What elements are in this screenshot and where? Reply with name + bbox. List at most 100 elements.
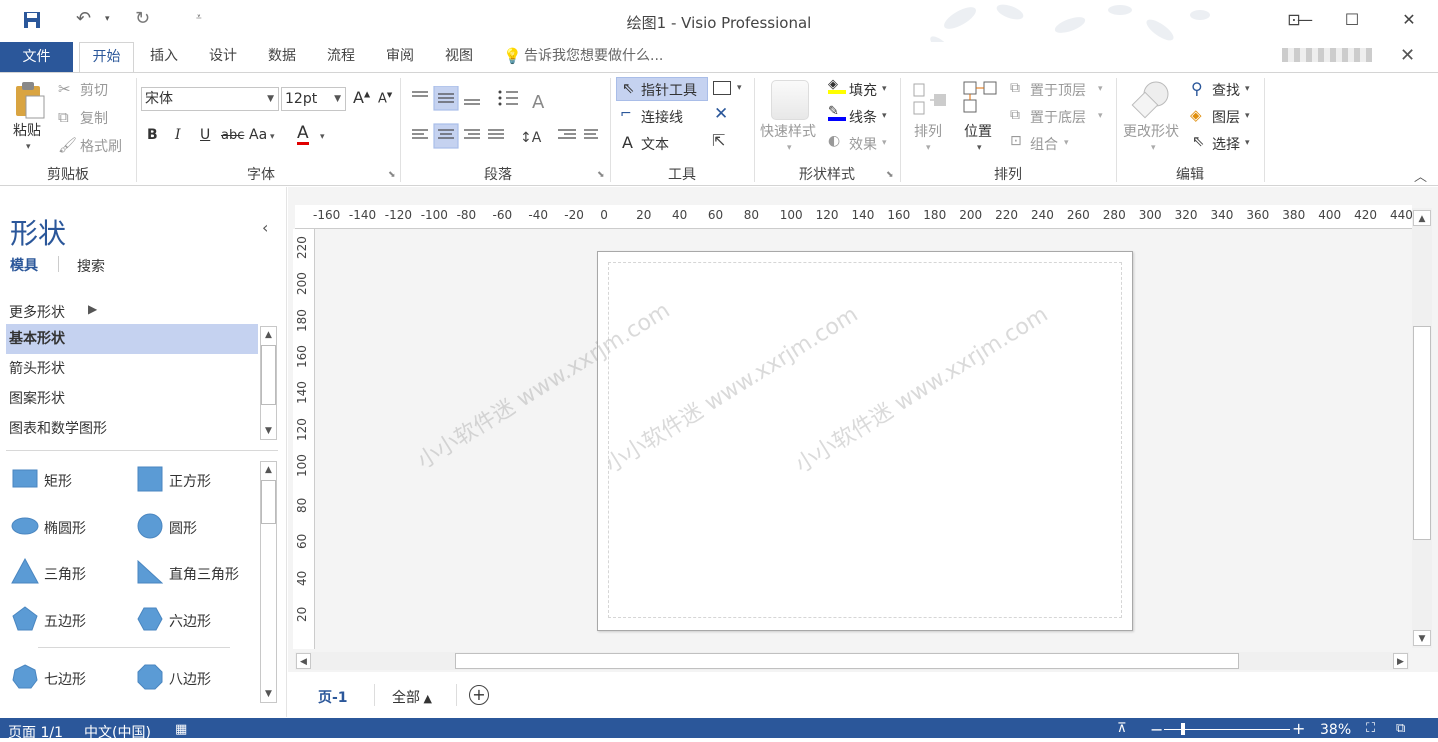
zoom-slider-thumb[interactable] xyxy=(1181,723,1185,735)
format-painter-button[interactable]: 格式刷 xyxy=(80,136,122,156)
tab-design[interactable]: 设计 xyxy=(207,42,239,72)
scroll-down-icon[interactable]: ▼ xyxy=(261,686,276,702)
position-button[interactable]: 位置 xyxy=(964,121,992,141)
font-color-button[interactable]: A xyxy=(297,124,309,145)
tab-stencils[interactable]: 模具 xyxy=(10,255,38,275)
shape-pentagon-label[interactable]: 五边形 xyxy=(44,611,86,631)
paste-dropdown-icon[interactable]: ▾ xyxy=(26,142,31,152)
group-button[interactable]: 组合 xyxy=(1030,134,1058,154)
shapes-list-scrollbar[interactable]: ▲ ▼ xyxy=(260,461,277,703)
dialog-launcher-icon[interactable]: ⬊ xyxy=(597,170,605,180)
change-shape-button[interactable]: 更改形状 xyxy=(1123,121,1179,141)
stencil-list-scrollbar[interactable]: ▲ ▼ xyxy=(260,326,277,440)
shape-ellipse-label[interactable]: 椭圆形 xyxy=(44,518,86,538)
paste-icon[interactable] xyxy=(12,80,48,120)
add-page-icon[interactable]: + xyxy=(469,685,489,705)
connector-button[interactable]: 连接线 xyxy=(641,107,683,127)
shape-hexagon-label[interactable]: 六边形 xyxy=(169,611,211,631)
grow-font-button[interactable]: A▲ xyxy=(353,88,370,107)
tab-view[interactable]: 视图 xyxy=(443,42,475,72)
zoom-level[interactable]: 38% xyxy=(1320,722,1351,738)
effects-button[interactable]: 效果 xyxy=(849,134,877,154)
strikethrough-button[interactable]: abc xyxy=(221,128,244,143)
auto-align-button[interactable]: 排列 xyxy=(914,121,942,141)
heptagon-icon[interactable] xyxy=(12,664,38,690)
select-button[interactable]: 选择 xyxy=(1212,134,1240,154)
macro-record-icon[interactable]: ▦ xyxy=(175,722,187,737)
shape-right-triangle-label[interactable]: 直角三角形 xyxy=(169,564,239,584)
fit-page-icon[interactable]: ⛶ xyxy=(1366,721,1375,736)
layers-button[interactable]: 图层 xyxy=(1212,107,1240,127)
tab-data[interactable]: 数据 xyxy=(266,42,298,72)
language-status[interactable]: 中文(中国) xyxy=(84,722,151,742)
scrollbar-thumb[interactable] xyxy=(455,653,1239,669)
line-button[interactable]: 线条 xyxy=(849,107,877,127)
all-pages-menu[interactable]: 全部 ▲ xyxy=(392,687,432,707)
scroll-up-icon[interactable]: ▲ xyxy=(261,462,276,478)
bold-button[interactable]: B xyxy=(147,127,158,143)
font-name-combo[interactable]: 宋体 ▼ xyxy=(141,87,279,111)
scroll-up-icon[interactable]: ▲ xyxy=(1413,210,1431,226)
tab-home[interactable]: 开始 xyxy=(79,42,134,73)
scroll-left-icon[interactable]: ◀ xyxy=(296,653,311,669)
hexagon-icon[interactable] xyxy=(137,607,163,631)
tab-process[interactable]: 流程 xyxy=(325,42,357,72)
rectangle-tool-dropdown-icon[interactable]: ▾ xyxy=(737,83,742,93)
connection-point-icon[interactable]: ✕ xyxy=(714,104,728,124)
horizontal-scrollbar[interactable]: ◀ ▶ xyxy=(295,652,1409,670)
scrollbar-thumb[interactable] xyxy=(1413,326,1431,540)
square-icon[interactable] xyxy=(137,466,163,492)
scroll-down-icon[interactable]: ▼ xyxy=(1413,630,1431,646)
zoom-out-icon[interactable]: − xyxy=(1150,720,1163,739)
tab-search[interactable]: 搜索 xyxy=(77,256,105,276)
octagon-icon[interactable] xyxy=(137,664,163,690)
fill-button[interactable]: 填充 xyxy=(849,80,877,100)
tab-insert[interactable]: 插入 xyxy=(148,42,180,72)
stencil-charts-math[interactable]: 图表和数学图形 xyxy=(6,414,258,444)
cut-button[interactable]: 剪切 xyxy=(80,80,108,100)
stencil-pattern-shapes[interactable]: 图案形状 xyxy=(6,384,258,414)
vertical-scrollbar[interactable]: ▲ ▼ xyxy=(1412,208,1432,648)
text-block-icon[interactable]: ⇱ xyxy=(712,131,725,150)
scrollbar-thumb[interactable] xyxy=(261,345,276,405)
underline-button[interactable]: U xyxy=(200,127,210,143)
page-number-status[interactable]: 页面 1/1 xyxy=(8,722,63,742)
shape-octagon-label[interactable]: 八边形 xyxy=(169,669,211,689)
scroll-up-icon[interactable]: ▲ xyxy=(261,327,276,343)
dialog-launcher-icon[interactable]: ⬊ xyxy=(886,170,894,180)
close-document-icon[interactable]: ✕ xyxy=(1400,45,1415,66)
bring-to-front-button[interactable]: 置于顶层 xyxy=(1030,80,1086,100)
find-button[interactable]: 查找 xyxy=(1212,80,1240,100)
page-tab-1[interactable]: 页-1 xyxy=(318,687,348,707)
zoom-in-icon[interactable]: + xyxy=(1292,719,1305,738)
font-size-combo[interactable]: 12pt ▼ xyxy=(281,87,346,111)
presentation-mode-icon[interactable]: ⊼ xyxy=(1117,721,1127,736)
user-account-avatar[interactable] xyxy=(1282,48,1372,62)
more-shapes-menu[interactable]: 更多形状 xyxy=(9,302,65,322)
rectangle-icon[interactable] xyxy=(12,468,38,490)
copy-button[interactable]: 复制 xyxy=(80,108,108,128)
tell-me-box[interactable]: 告诉我您想要做什么... xyxy=(522,42,665,72)
send-to-back-button[interactable]: 置于底层 xyxy=(1030,107,1086,127)
text-tool-button[interactable]: 文本 xyxy=(641,134,669,154)
right-triangle-icon[interactable] xyxy=(137,560,163,584)
dialog-launcher-icon[interactable]: ⬊ xyxy=(388,170,396,180)
maximize-icon[interactable]: ☐ xyxy=(1337,8,1367,32)
quick-styles-button[interactable]: 快速样式 xyxy=(760,121,816,141)
paste-button[interactable]: 粘贴 xyxy=(13,120,41,140)
triangle-icon[interactable] xyxy=(11,558,39,584)
shrink-font-button[interactable]: A▼ xyxy=(378,91,392,106)
shape-circle-label[interactable]: 圆形 xyxy=(169,518,197,538)
close-icon[interactable]: ✕ xyxy=(1394,8,1424,32)
tab-review[interactable]: 审阅 xyxy=(384,42,416,72)
change-case-button[interactable]: Aa ▾ xyxy=(249,127,275,143)
scroll-down-icon[interactable]: ▼ xyxy=(261,423,276,439)
shape-triangle-label[interactable]: 三角形 xyxy=(44,564,86,584)
collapse-ribbon-icon[interactable]: ︿ xyxy=(1414,166,1427,185)
scrollbar-thumb[interactable] xyxy=(261,480,276,524)
tab-file[interactable]: 文件 xyxy=(0,42,73,72)
stencil-arrow-shapes[interactable]: 箭头形状 xyxy=(6,354,258,384)
scroll-right-icon[interactable]: ▶ xyxy=(1393,653,1408,669)
font-color-dropdown-icon[interactable]: ▾ xyxy=(320,132,325,142)
switch-windows-icon[interactable]: ⧉ xyxy=(1396,721,1405,736)
